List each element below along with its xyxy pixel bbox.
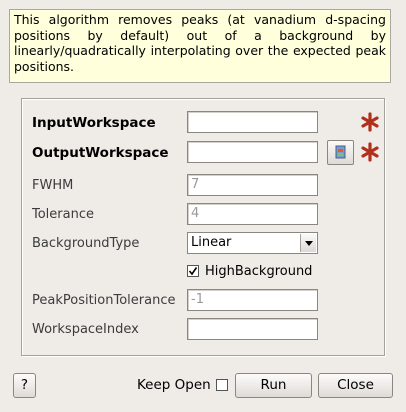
input-workspace-label: InputWorkspace — [32, 115, 156, 131]
row-input-workspace: InputWorkspace — [22, 111, 384, 135]
workspace-index-label: WorkspaceIndex — [32, 322, 139, 337]
workspace-browse-button[interactable] — [327, 140, 354, 165]
row-high-background: HighBackground — [22, 260, 384, 284]
properties-group: InputWorkspace OutputWorkspace FWHM 7 To… — [21, 98, 385, 356]
chevron-down-icon[interactable] — [300, 234, 316, 252]
fwhm-label: FWHM — [32, 178, 74, 193]
close-button[interactable]: Close — [318, 373, 393, 398]
tolerance-field[interactable]: 4 — [187, 203, 318, 225]
required-star-icon — [361, 142, 379, 162]
help-button[interactable]: ? — [13, 373, 36, 398]
high-background-checkbox[interactable] — [187, 265, 199, 277]
input-workspace-field[interactable] — [187, 111, 318, 133]
peak-position-tolerance-label: PeakPositionTolerance — [32, 293, 176, 308]
tolerance-label: Tolerance — [32, 207, 94, 222]
background-type-value: Linear — [191, 235, 232, 250]
workspace-browse-icon — [335, 145, 346, 159]
row-workspace-index: WorkspaceIndex — [22, 318, 384, 342]
checkmark-icon — [188, 267, 198, 276]
workspace-index-field[interactable] — [187, 318, 318, 340]
fwhm-field[interactable]: 7 — [187, 174, 318, 196]
row-background-type: BackgroundType Linear — [22, 232, 384, 256]
keep-open-checkbox[interactable] — [216, 379, 228, 391]
peak-position-tolerance-field[interactable]: -1 — [187, 289, 318, 311]
background-type-label: BackgroundType — [32, 236, 140, 251]
row-tolerance: Tolerance 4 — [22, 203, 384, 227]
row-peak-position-tolerance: PeakPositionTolerance -1 — [22, 289, 384, 313]
row-fwhm: FWHM 7 — [22, 174, 384, 198]
row-output-workspace: OutputWorkspace — [22, 140, 384, 165]
output-workspace-label: OutputWorkspace — [32, 145, 169, 161]
algorithm-description: This algorithm removes peaks (at vanadiu… — [9, 9, 391, 83]
high-background-label: HighBackground — [205, 264, 313, 279]
output-workspace-field[interactable] — [187, 141, 318, 163]
run-button[interactable]: Run — [235, 373, 312, 398]
required-star-icon — [361, 112, 379, 132]
background-type-select[interactable]: Linear — [187, 232, 318, 254]
keep-open-label: Keep Open — [137, 377, 211, 393]
